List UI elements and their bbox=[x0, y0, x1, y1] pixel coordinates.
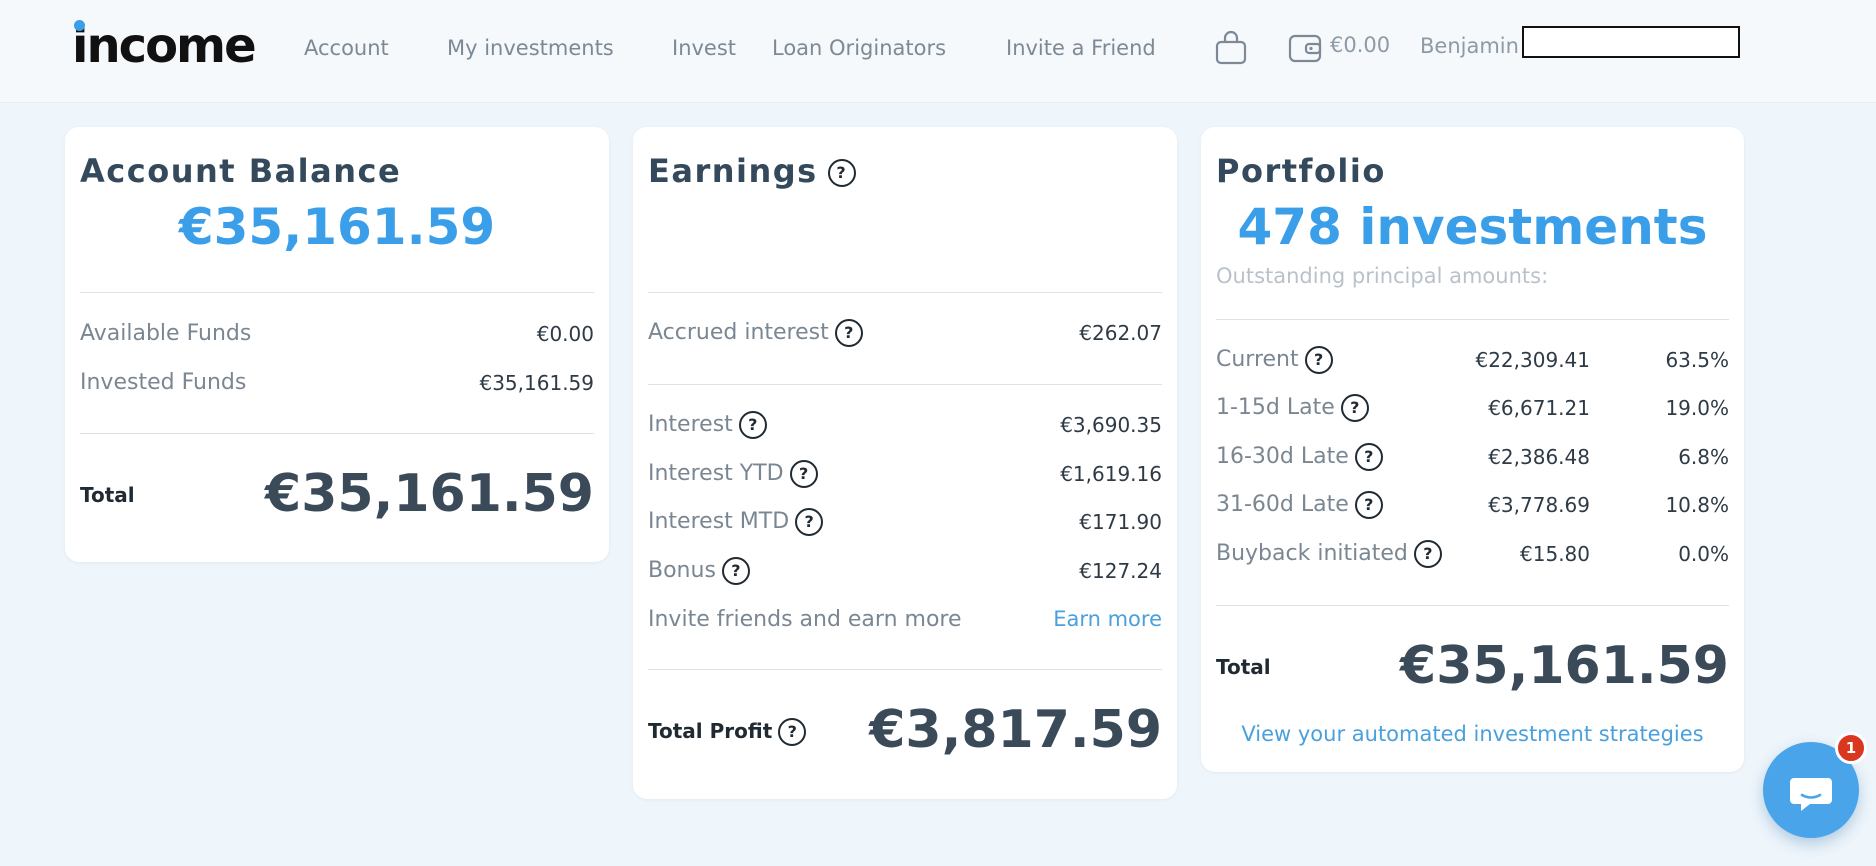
help-icon[interactable]: ? bbox=[738, 411, 767, 439]
help-icon[interactable]: ? bbox=[721, 557, 750, 585]
wallet-balance[interactable]: €0.00 bbox=[1330, 33, 1390, 57]
late-16-30d-amount: €2,386.48 bbox=[1488, 445, 1590, 469]
help-icon[interactable]: ? bbox=[1413, 540, 1442, 568]
late-1-15d-label-text: 1-15d Late bbox=[1216, 395, 1335, 420]
help-icon[interactable]: ? bbox=[1354, 491, 1383, 519]
account-balance-amount: €35,161.59 bbox=[178, 198, 496, 256]
interest-ytd-label: Interest YTD? bbox=[648, 459, 818, 489]
divider bbox=[648, 669, 1162, 670]
chat-notification-badge: 1 bbox=[1835, 732, 1867, 764]
help-icon[interactable]: ? bbox=[827, 159, 856, 187]
portfolio-total-value: €35,161.59 bbox=[1400, 636, 1729, 696]
interest-ytd-value: €1,619.16 bbox=[1060, 462, 1162, 486]
logo-dot bbox=[74, 20, 85, 31]
total-profit-label: Total Profit? bbox=[648, 717, 807, 746]
interest-value: €3,690.35 bbox=[1060, 413, 1162, 437]
nav-loan-originators[interactable]: Loan Originators bbox=[772, 34, 946, 62]
divider bbox=[80, 433, 594, 434]
accrued-interest-label: Accrued interest? bbox=[648, 318, 863, 348]
interest-mtd-label-text: Interest MTD bbox=[648, 509, 790, 534]
late-31-60d-label-text: 31-60d Late bbox=[1216, 492, 1349, 517]
interest-label-text: Interest bbox=[648, 412, 733, 437]
buyback-initiated-label: Buyback initiated? bbox=[1216, 539, 1442, 569]
interest-mtd-value: €171.90 bbox=[1079, 510, 1162, 534]
earnings-title: Earnings? bbox=[648, 151, 856, 191]
portfolio-title: Portfolio bbox=[1216, 152, 1386, 190]
late-16-30d-percent: 6.8% bbox=[1678, 445, 1729, 469]
outstanding-principal-subtitle: Outstanding principal amounts: bbox=[1216, 264, 1549, 288]
nav-my-investments[interactable]: My investments bbox=[447, 34, 614, 62]
current-label-text: Current bbox=[1216, 347, 1299, 372]
account-balance-card: Account Balance €35,161.59 Available Fun… bbox=[65, 127, 609, 562]
account-balance-title: Account Balance bbox=[80, 152, 402, 190]
total-profit-value: €3,817.59 bbox=[869, 700, 1162, 760]
interest-label: Interest? bbox=[648, 410, 767, 440]
redacted-user-name-box bbox=[1522, 26, 1740, 58]
income-logo[interactable]: income bbox=[72, 20, 257, 72]
divider bbox=[80, 292, 594, 293]
current-label: Current? bbox=[1216, 345, 1333, 375]
current-percent: 63.5% bbox=[1665, 348, 1729, 372]
late-1-15d-percent: 19.0% bbox=[1665, 396, 1729, 420]
earnings-card: Earnings? Accrued interest? €262.07 Inte… bbox=[633, 127, 1177, 799]
buyback-initiated-percent: 0.0% bbox=[1678, 542, 1729, 566]
late-16-30d-label: 16-30d Late? bbox=[1216, 442, 1383, 472]
nav-invest[interactable]: Invest bbox=[672, 34, 736, 62]
total-profit-label-text: Total Profit bbox=[648, 719, 773, 743]
shopping-bag-icon[interactable] bbox=[1214, 30, 1248, 66]
help-icon[interactable]: ? bbox=[1354, 443, 1383, 471]
buyback-initiated-amount: €15.80 bbox=[1520, 542, 1590, 566]
portfolio-total-label: Total bbox=[1216, 655, 1271, 679]
available-funds-label: Available Funds bbox=[80, 321, 252, 346]
help-icon[interactable]: ? bbox=[1340, 394, 1369, 422]
help-icon[interactable]: ? bbox=[834, 319, 863, 347]
late-31-60d-percent: 10.8% bbox=[1665, 493, 1729, 517]
bonus-value: €127.24 bbox=[1079, 559, 1162, 583]
help-icon[interactable]: ? bbox=[778, 718, 807, 746]
bonus-label-text: Bonus bbox=[648, 558, 716, 583]
accrued-interest-value: €262.07 bbox=[1079, 321, 1162, 345]
invested-funds-value: €35,161.59 bbox=[479, 371, 594, 395]
invested-funds-label: Invested Funds bbox=[80, 370, 247, 395]
earn-more-link[interactable]: Earn more bbox=[1053, 604, 1162, 634]
help-icon[interactable]: ? bbox=[789, 460, 818, 488]
invite-friends-label: Invite friends and earn more bbox=[648, 607, 962, 632]
current-amount: €22,309.41 bbox=[1475, 348, 1590, 372]
earnings-title-text: Earnings bbox=[648, 152, 818, 190]
divider bbox=[648, 292, 1162, 293]
late-31-60d-label: 31-60d Late? bbox=[1216, 490, 1383, 520]
late-1-15d-amount: €6,671.21 bbox=[1488, 396, 1590, 420]
divider bbox=[1216, 319, 1729, 320]
divider bbox=[648, 384, 1162, 385]
nav-account[interactable]: Account bbox=[304, 34, 389, 62]
top-navigation-bar: income Account My investments Invest Loa… bbox=[0, 0, 1876, 103]
total-label: Total bbox=[80, 483, 135, 507]
accrued-interest-label-text: Accrued interest bbox=[648, 320, 829, 345]
help-icon[interactable]: ? bbox=[795, 508, 824, 536]
late-31-60d-amount: €3,778.69 bbox=[1488, 493, 1590, 517]
late-1-15d-label: 1-15d Late? bbox=[1216, 393, 1369, 423]
bonus-label: Bonus? bbox=[648, 556, 750, 586]
late-16-30d-label-text: 16-30d Late bbox=[1216, 444, 1349, 469]
portfolio-card: Portfolio 478 investments Outstanding pr… bbox=[1201, 127, 1744, 772]
account-total-value: €35,161.59 bbox=[265, 464, 594, 524]
investments-count[interactable]: 478 investments bbox=[1201, 197, 1744, 257]
nav-invite-a-friend[interactable]: Invite a Friend bbox=[1006, 34, 1156, 62]
interest-mtd-label: Interest MTD? bbox=[648, 507, 824, 537]
wallet-icon[interactable] bbox=[1288, 32, 1322, 64]
automated-strategies-link[interactable]: View your automated investment strategie… bbox=[1201, 719, 1744, 749]
buyback-initiated-label-text: Buyback initiated bbox=[1216, 541, 1408, 566]
user-name[interactable]: Benjamin bbox=[1420, 34, 1519, 58]
divider bbox=[1216, 605, 1729, 606]
available-funds-value: €0.00 bbox=[536, 322, 594, 346]
help-icon[interactable]: ? bbox=[1304, 346, 1333, 374]
interest-ytd-label-text: Interest YTD bbox=[648, 461, 784, 486]
